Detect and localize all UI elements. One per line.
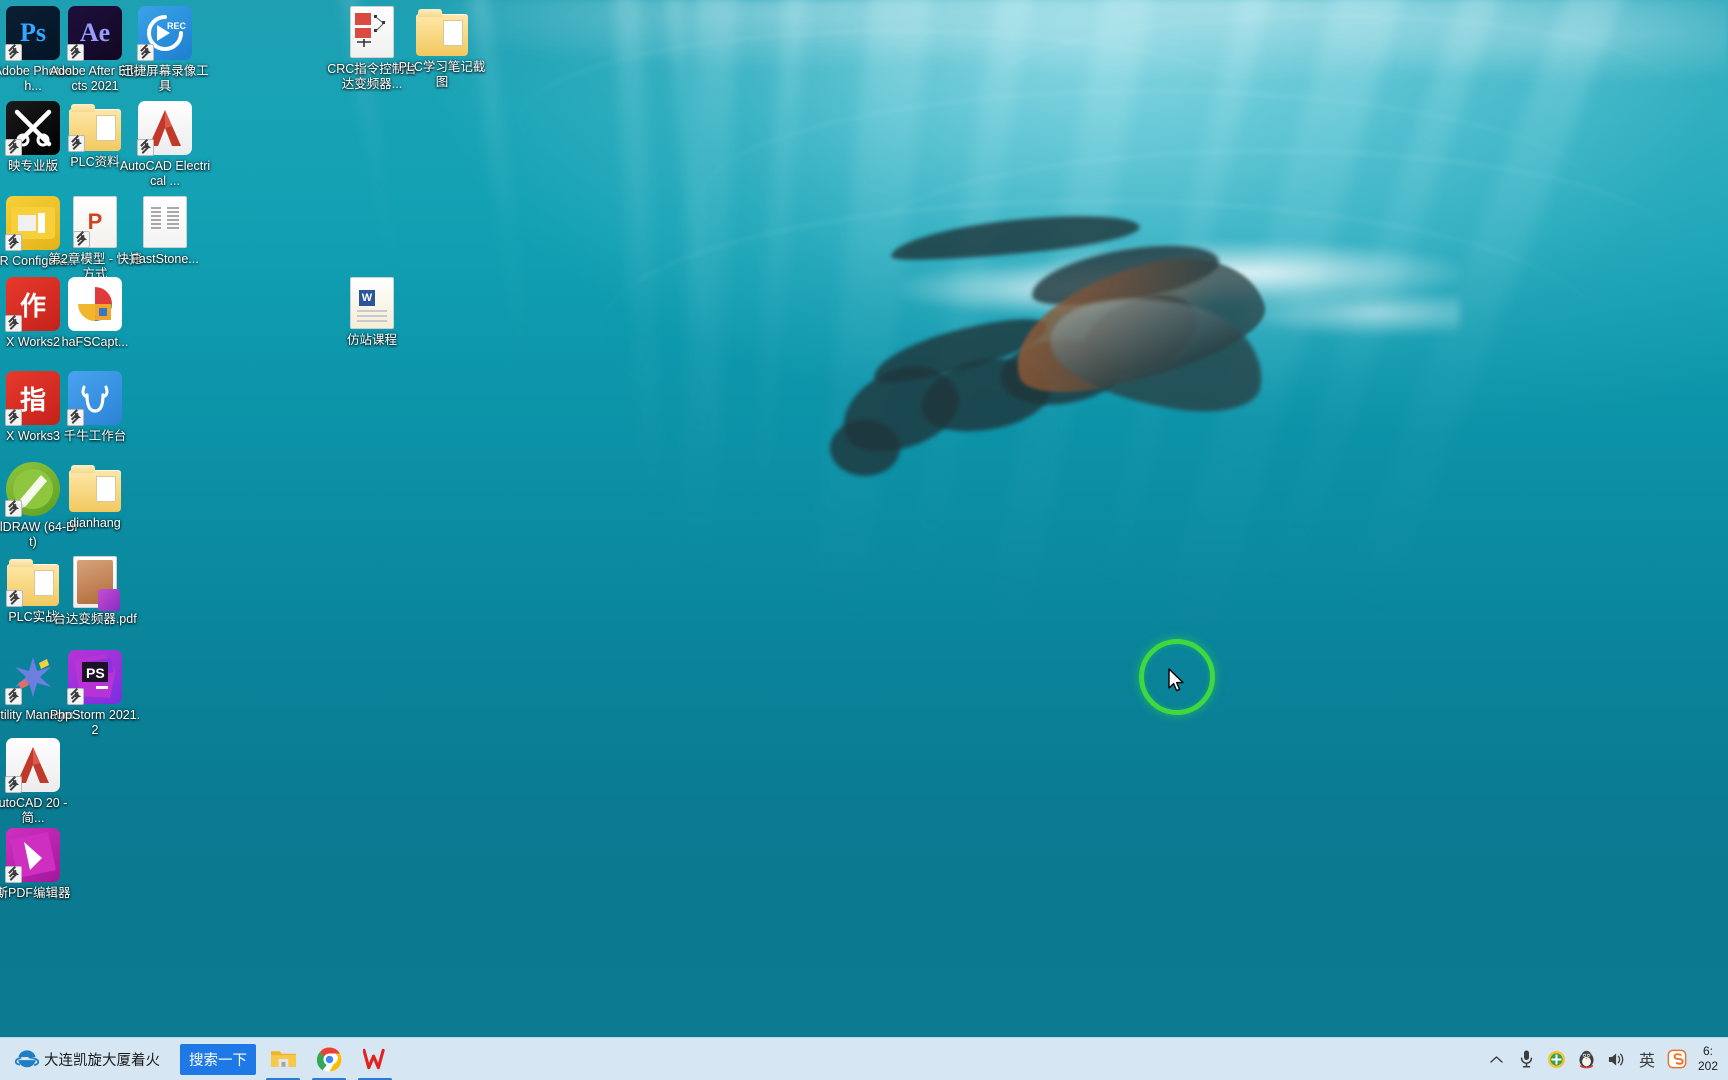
desktop-icon-phpstorm-2021-2[interactable]: PS PhpStorm 2021.2: [48, 650, 142, 738]
shortcut-overlay-icon: [5, 409, 22, 426]
qq-penguin-icon: [1579, 1050, 1594, 1069]
fangzhan-course-icon: W: [350, 277, 394, 329]
folder-paper: [96, 476, 116, 502]
desktop-icon-label: AutoCAD Electrical ...: [119, 159, 211, 188]
desktop-icon-fangzhan-course[interactable]: W 仿站课程: [325, 277, 419, 348]
desktop-icon-label: FastStone...: [131, 252, 199, 266]
xunjie-screen-recorder-icon: REC: [137, 6, 192, 61]
taskbar-wps-office[interactable]: [352, 1038, 398, 1080]
faststone-capture-icon: [143, 196, 187, 248]
chrome-icon: [316, 1047, 341, 1071]
svg-text:REC: REC: [167, 21, 187, 31]
show-hidden-icons-button[interactable]: [1482, 1038, 1512, 1080]
chapter2-model-shortcut-icon: P: [73, 196, 117, 248]
desktop-icon-autocad-electrical[interactable]: AutoCAD Electrical ...: [118, 101, 212, 189]
crc-command-control-delta-inverter-icon: [350, 6, 394, 58]
shortcut-overlay-icon: [5, 500, 22, 517]
pdf-editor-icon: [5, 828, 60, 883]
internet-explorer-icon: [14, 1050, 40, 1068]
update-tray-button[interactable]: [1542, 1038, 1572, 1080]
shortcut-overlay-icon: [5, 776, 22, 793]
desktop-icon-label: haFSCapt...: [61, 335, 129, 349]
desktop-icon-label: 仿站课程: [346, 333, 397, 347]
plc-materials-folder-icon: [68, 104, 121, 152]
autocad-electrical-icon: [137, 101, 192, 156]
desktop-icon-xunjie-screen-recorder[interactable]: REC 迅捷屏幕录像工具: [118, 6, 212, 94]
shortcut-overlay-icon: [73, 231, 90, 248]
search-button-wrap[interactable]: 搜索一下: [176, 1038, 260, 1080]
desktop-icon-label: utoCAD 20 - 简...: [0, 796, 68, 825]
shortcut-overlay-icon: [5, 139, 22, 156]
desktop-icon-label: PhpStorm 2021.2: [49, 708, 141, 737]
search-button[interactable]: 搜索一下: [180, 1043, 256, 1075]
shortcut-overlay-icon: [67, 688, 84, 705]
shortcut-overlay-icon: [67, 409, 84, 426]
plc-study-notes-screenshots-icon: [416, 9, 468, 56]
qq-tray-button[interactable]: [1572, 1038, 1602, 1080]
volume-icon: [1609, 1052, 1624, 1066]
desktop-icon-label: 迅捷屏幕录像工具: [121, 64, 209, 93]
shortcut-overlay-icon: [5, 315, 22, 332]
shortcut-overlay-icon: [5, 866, 22, 883]
clock-time: 6:: [1702, 1044, 1713, 1058]
shortcut-overlay-icon: [5, 688, 22, 705]
desktop-icon-autocad-2020-simplified[interactable]: utoCAD 20 - 简...: [0, 738, 80, 826]
sogou-pinyin-icon: [1667, 1049, 1687, 1069]
desktop-icon-pdf-editor[interactable]: 斯PDF编辑器: [0, 828, 80, 901]
ime-tray-button[interactable]: 英: [1632, 1038, 1662, 1080]
autocad-2020-simplified-icon: [5, 738, 60, 793]
delta-inverter-pdf-icon: [73, 556, 120, 611]
adobe-after-effects-icon: Ae: [67, 6, 122, 61]
folder-paper: [96, 115, 116, 141]
shortcut-overlay-icon: [137, 44, 154, 61]
clock-date: 202: [1697, 1059, 1718, 1073]
desktop-icon-delta-inverter-pdf[interactable]: 台达变频器.pdf: [48, 556, 142, 627]
sogou-pinyin-tray-button[interactable]: [1662, 1038, 1692, 1080]
shortcut-overlay-icon: [67, 44, 84, 61]
news-feed-button[interactable]: 大连凯旋大厦着火: [0, 1038, 176, 1080]
microphone-tray-button[interactable]: [1512, 1038, 1542, 1080]
desktop-icon-label: 台达变频器.pdf: [53, 612, 137, 626]
desktop-icon-label: dianhang: [69, 516, 121, 530]
desktop-icon-dianhang-folder[interactable]: dianhang: [48, 462, 142, 531]
shortcut-overlay-icon: [137, 139, 154, 156]
wps-icon: [362, 1048, 385, 1070]
svg-text:PS: PS: [86, 665, 105, 681]
phpstorm-2021-2-icon: PS: [67, 650, 122, 705]
taskbar-clock[interactable]: 6: 202: [1692, 1044, 1724, 1074]
folder-paper: [443, 20, 463, 46]
mouse-cursor: [1168, 668, 1184, 692]
desktop-icon-label: 千牛工作台: [63, 429, 127, 443]
taskbar-google-chrome[interactable]: [306, 1038, 352, 1080]
volume-tray-button[interactable]: [1602, 1038, 1632, 1080]
shortcut-overlay-icon: [5, 234, 22, 251]
shortcut-overlay-icon: [5, 44, 22, 61]
shortcut-overlay-icon: [68, 135, 85, 152]
taskbar-file-explorer[interactable]: [260, 1038, 306, 1080]
dianhang-folder-icon: [69, 465, 121, 512]
hafscapture-icon: [68, 277, 122, 331]
microphone-icon: [1521, 1050, 1533, 1068]
desktop-icon-hafscapture[interactable]: haFSCapt...: [48, 277, 142, 350]
shortcut-overlay-icon: [6, 590, 23, 607]
qianniu-workbench-icon: [67, 371, 122, 426]
ime-language-label: 英: [1638, 1051, 1655, 1070]
file-explorer-icon: [270, 1051, 296, 1067]
desktop-icon-plc-study-notes-screenshots[interactable]: PLC学习笔记截图: [395, 6, 489, 90]
desktop-icon-label: PLC学习笔记截图: [398, 60, 486, 89]
news-headline: 大连凯旋大厦着火: [44, 1052, 160, 1069]
desktop-icon-label: 斯PDF编辑器: [0, 886, 71, 900]
desktop-icon-faststone-capture[interactable]: FastStone...: [118, 196, 212, 267]
chevron-up-icon: [1490, 1055, 1504, 1063]
desktop-icon-qianniu-workbench[interactable]: 千牛工作台: [48, 371, 142, 444]
update-plus-icon: [1548, 1050, 1566, 1068]
taskbar: 大连凯旋大厦着火 搜索一下 英 6: 202: [0, 1037, 1728, 1080]
desktop-icon-grid: Ps Adobe Photosh... Ae Adobe After Effects …: [0, 0, 1728, 1037]
